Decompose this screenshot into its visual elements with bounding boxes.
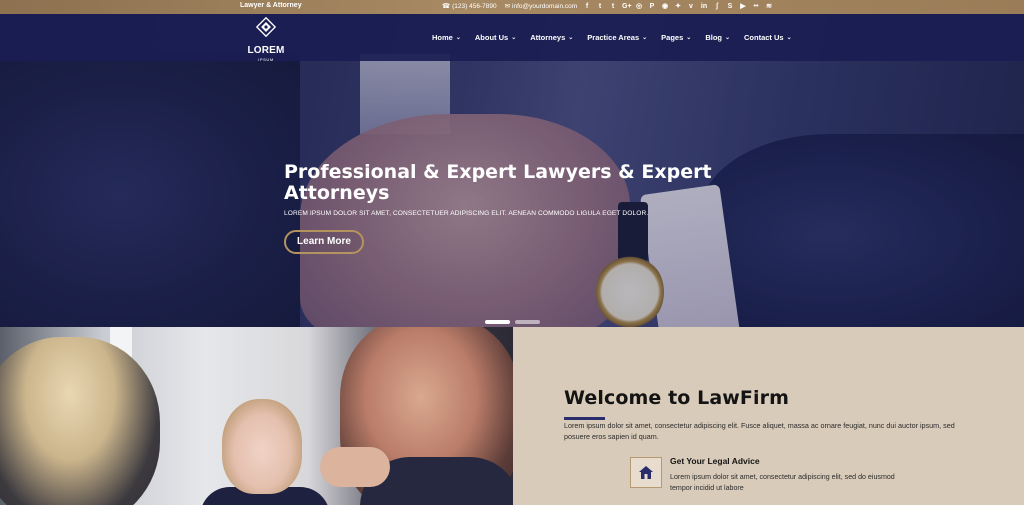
slider-dot-1[interactable] [485, 320, 510, 324]
nav-label: Attorneys [530, 33, 566, 42]
slider-dots [485, 320, 540, 324]
flickr-dots-icon[interactable]: •• [752, 2, 760, 11]
logo-diamond-icon [256, 17, 276, 37]
twitter-icon[interactable]: t [596, 2, 604, 11]
nav-label: About Us [474, 33, 509, 42]
top-bar: Lawyer & Attorney ☎ (123) 456-7890 ✉ inf… [0, 0, 1024, 14]
stumbleupon-icon[interactable]: ʃ [713, 2, 721, 11]
chevron-down-icon: ⌄ [455, 35, 461, 41]
photo-person-left [0, 337, 160, 505]
phone-number: (123) 456-7890 [452, 2, 497, 10]
pinterest-icon[interactable]: P [648, 2, 656, 11]
chevron-down-icon: ⌄ [568, 35, 574, 41]
chevron-down-icon: ⌄ [786, 35, 792, 41]
google-plus-icon[interactable]: G+ [622, 2, 632, 11]
phone-icon: ☎ [442, 3, 451, 10]
photo-hand [320, 447, 390, 487]
instagram-icon[interactable]: ◎ [635, 2, 643, 11]
email-link[interactable]: ✉ info@yourdomain.com [504, 2, 578, 11]
main-nav: Home ⌄ About Us ⌄ Attorneys ⌄ Practice Area… [432, 33, 792, 42]
welcome-section: Welcome to LawFirm Lorem ipsum dolor sit… [513, 327, 1024, 505]
hero-subtitle: LOREM IPSUM DOLOR SIT AMET, CONSECTETUER… [284, 210, 649, 217]
chevron-down-icon: ⌄ [642, 35, 648, 41]
flickr-icon[interactable]: ✦ [674, 2, 682, 11]
logo-wordmark: LOREM [247, 45, 285, 56]
linkedin-icon[interactable]: in [700, 2, 708, 11]
contact-info: ☎ (123) 456-7890 ✉ info@yourdomain.com [442, 2, 578, 11]
learn-more-button[interactable]: Learn More [284, 230, 364, 254]
tagline: Lawyer & Attorney [240, 2, 302, 9]
nav-about-us[interactable]: About Us ⌄ [475, 33, 516, 42]
nav-label: Contact Us [744, 33, 784, 42]
house-icon [639, 466, 653, 479]
welcome-title: Welcome to LawFirm [564, 387, 789, 409]
team-photo [0, 327, 513, 505]
facebook-icon[interactable]: f [583, 2, 591, 11]
photo-person-center [222, 399, 302, 494]
feature-title: Get Your Legal Advice [670, 456, 760, 466]
skype-icon[interactable]: S [726, 2, 734, 11]
nav-home[interactable]: Home ⌄ [432, 33, 461, 42]
vimeo-icon[interactable]: v [687, 2, 695, 11]
nav-blog[interactable]: Blog ⌄ [705, 33, 730, 42]
hero-title: Professional & Expert Lawyers & Expert A… [284, 161, 712, 204]
chevron-down-icon: ⌄ [724, 35, 731, 41]
logo-subtext: IPSUM [258, 57, 274, 62]
dribbble-icon[interactable]: ◉ [661, 2, 669, 11]
youtube-icon[interactable]: ▶ [739, 2, 747, 11]
nav-practice-areas[interactable]: Practice Areas ⌄ [587, 33, 647, 42]
hero-content: Professional & Expert Lawyers & Expert A… [284, 161, 724, 254]
nav-label: Pages [661, 33, 684, 42]
phone-link[interactable]: ☎ (123) 456-7890 [442, 2, 497, 11]
nav-label: Practice Areas [587, 33, 640, 42]
nav-contact-us[interactable]: Contact Us ⌄ [744, 33, 792, 42]
feature-text: Lorem ipsum dolor sit amet, consectetur … [670, 473, 895, 492]
chevron-down-icon: ⌄ [686, 35, 692, 41]
site-logo[interactable]: LOREM IPSUM [245, 17, 287, 62]
nav-label: Home [432, 33, 453, 42]
email-address: info@yourdomain.com [512, 2, 578, 10]
mail-icon: ✉ [504, 3, 511, 10]
social-links: f t t G+ ◎ P ◉ ✦ v in ʃ S ▶ •• ≋ [583, 2, 773, 11]
slider-dot-2[interactable] [515, 320, 540, 324]
nav-attorneys[interactable]: Attorneys ⌄ [530, 33, 573, 42]
chevron-down-icon: ⌄ [511, 35, 517, 41]
nav-pages[interactable]: Pages ⌄ [661, 33, 691, 42]
nav-label: Blog [705, 33, 722, 42]
rss-icon[interactable]: ≋ [765, 2, 773, 11]
feature-icon-box [630, 457, 662, 488]
site-header: LOREM IPSUM Home ⌄ About Us ⌄ Attorneys ⌄ P… [0, 14, 1024, 62]
tumblr-icon[interactable]: t [609, 2, 617, 11]
welcome-intro: Lorem ipsum dolor sit amet, consectetur … [564, 421, 955, 441]
